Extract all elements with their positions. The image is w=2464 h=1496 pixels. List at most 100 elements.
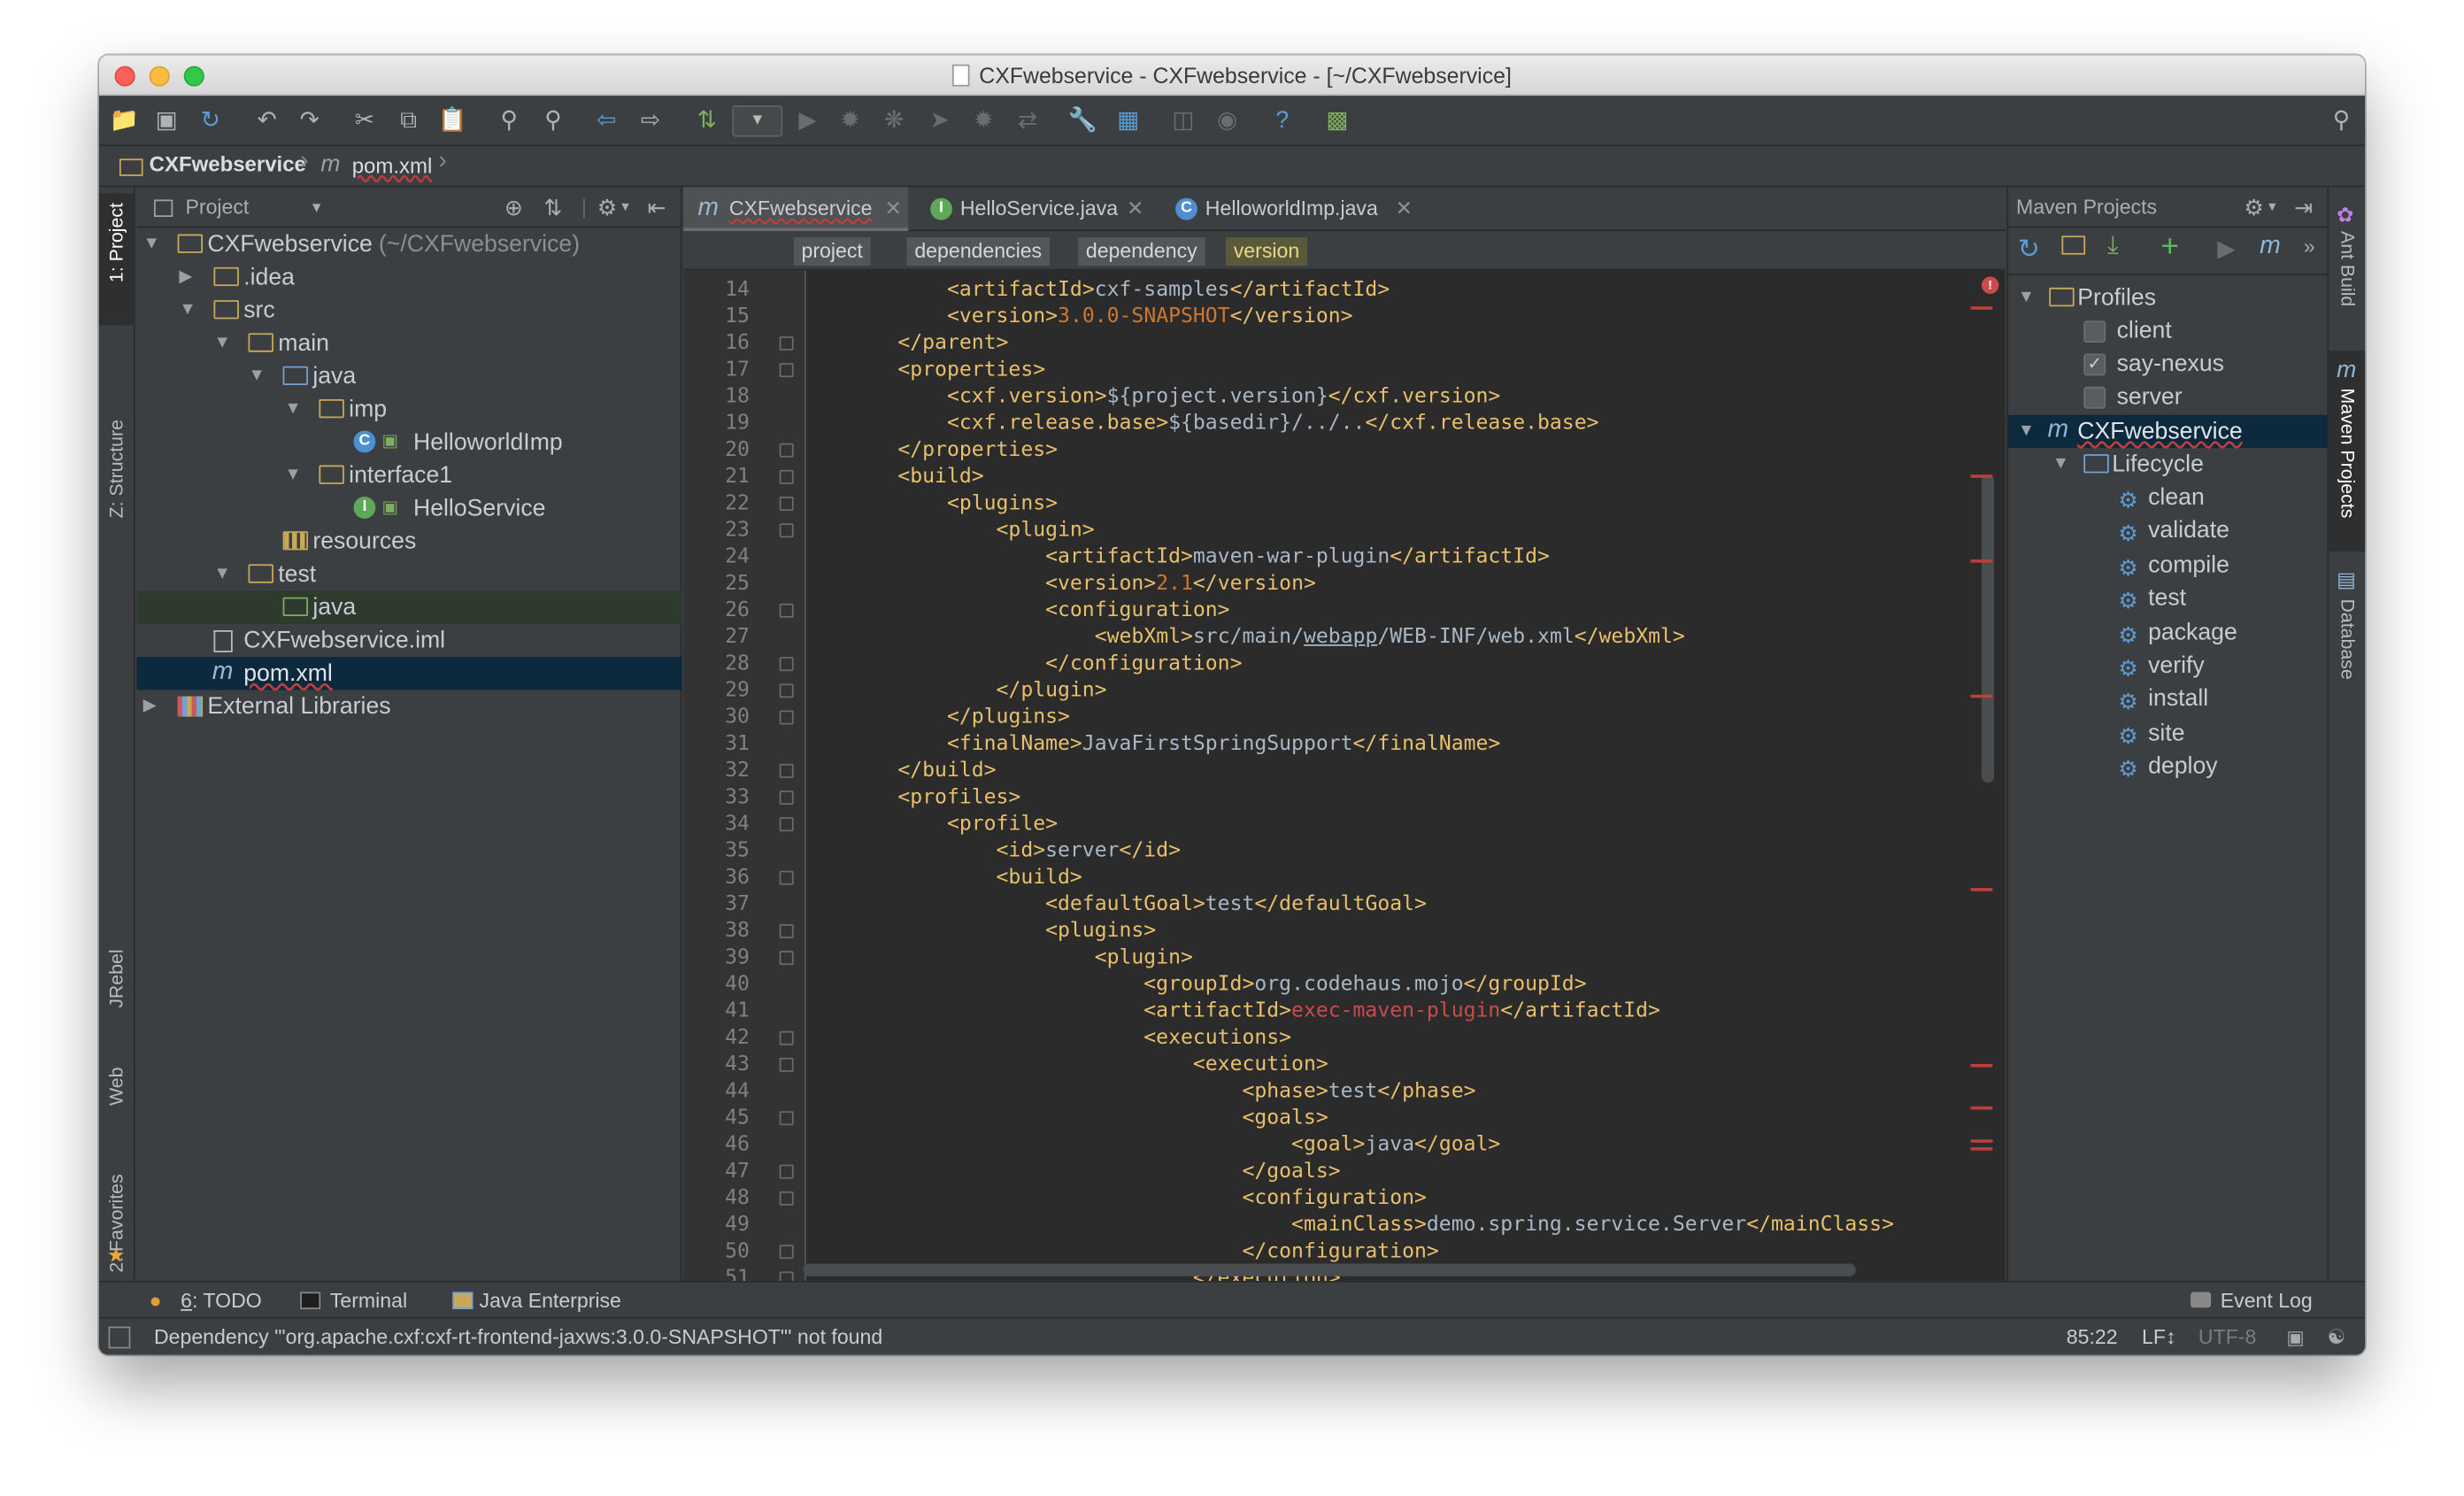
profile-say-nexus[interactable]: ✓ say-nexus <box>2008 347 2329 380</box>
collapsed-arrow-icon[interactable]: ▶ <box>179 261 192 294</box>
tree-row-iml[interactable]: CXFwebservice.iml <box>136 624 681 657</box>
tab-java-enterprise[interactable]: Java Enterprise <box>480 1283 621 1319</box>
coverage-icon[interactable]: ❋ <box>879 105 911 137</box>
fold-marker-icon[interactable] <box>779 1164 794 1179</box>
tab-helloworldimp[interactable]: C HelloworldImp.java ✕ <box>1161 187 1421 231</box>
reimport-icon[interactable]: ↻ <box>2018 235 2040 266</box>
lifecycle-phase-clean[interactable]: ⚙ clean <box>2008 481 2329 513</box>
tree-row-resources[interactable]: resources <box>136 525 681 558</box>
expanded-arrow-icon[interactable]: ▼ <box>213 327 230 359</box>
run-configuration-select[interactable]: ▼ <box>732 104 783 137</box>
fold-marker-icon[interactable] <box>779 763 794 778</box>
crumb-version[interactable]: version <box>1225 237 1308 266</box>
profile-server[interactable]: server <box>2008 381 2329 413</box>
chevron-down-icon[interactable]: ▼ <box>2266 187 2278 227</box>
fold-marker-icon[interactable] <box>779 335 794 351</box>
cut-icon[interactable]: ✂ <box>349 105 381 137</box>
close-tab-icon[interactable]: ✕ <box>885 187 902 231</box>
error-stripe-mark[interactable] <box>1970 1106 1993 1110</box>
tree-row-idea[interactable]: ▶ .idea <box>136 261 681 294</box>
search-everywhere-icon[interactable]: ⚲ <box>2326 105 2358 137</box>
fold-marker-icon[interactable] <box>779 1057 794 1072</box>
tree-row-java[interactable]: ▼ java <box>136 360 681 393</box>
lifecycle-node[interactable]: ▼ Lifecycle <box>2008 448 2329 481</box>
save-icon[interactable]: ▣ <box>150 105 182 137</box>
tab-helloservice[interactable]: I HelloService.java ✕ <box>916 187 1151 231</box>
tab-event-log[interactable]: Event Log <box>2221 1283 2313 1319</box>
fold-marker-icon[interactable] <box>779 603 794 618</box>
tree-row-root[interactable]: ▼ CXFwebservice (~/CXFwebservice) <box>136 227 681 260</box>
error-stripe-mark[interactable] <box>1970 306 1993 310</box>
lifecycle-phase-deploy[interactable]: ⚙ deploy <box>2008 750 2329 783</box>
hide-panel-icon[interactable]: ⇤ <box>648 187 666 227</box>
tree-row-imp[interactable]: ▼ imp <box>136 393 681 426</box>
close-tab-icon[interactable]: ✕ <box>1127 187 1143 231</box>
android-icon[interactable]: ◉ <box>1212 105 1244 137</box>
forward-icon[interactable]: ⇨ <box>635 105 666 137</box>
crumb-project[interactable]: project <box>793 237 871 266</box>
fold-marker-icon[interactable] <box>779 497 794 512</box>
tab-ant-build[interactable]: Ant Build <box>2337 231 2359 306</box>
profiles-node[interactable]: ▼ Profiles <box>2008 281 2329 314</box>
zoom-window-button[interactable] <box>183 66 204 87</box>
tree-row-interface1[interactable]: ▼ interface1 <box>136 459 681 491</box>
tree-row-src[interactable]: ▼ src <box>136 294 681 327</box>
tab-todo[interactable]: 6: TODO <box>181 1283 262 1319</box>
generate-sources-icon[interactable] <box>2061 235 2086 255</box>
profile-client[interactable]: client <box>2008 314 2329 347</box>
jrebel-icon[interactable]: ▩ <box>1321 105 1353 137</box>
project-structure-icon[interactable]: ▦ <box>1113 105 1144 137</box>
tab-web[interactable]: Web <box>105 1068 127 1106</box>
error-stripe-mark[interactable] <box>1970 1064 1993 1068</box>
back-icon[interactable]: ⇦ <box>591 105 623 137</box>
fold-marker-icon[interactable] <box>779 1030 794 1045</box>
tree-row-pom[interactable]: m pom.xml <box>136 657 682 690</box>
tree-row-test-java[interactable]: java <box>136 590 682 624</box>
error-stripe-mark[interactable] <box>1970 1147 1993 1151</box>
expanded-arrow-icon[interactable]: ▼ <box>2018 415 2035 448</box>
error-stripe-mark[interactable] <box>1970 888 1993 891</box>
lifecycle-phase-compile[interactable]: ⚙ compile <box>2008 548 2329 581</box>
error-indicator-icon[interactable]: ! <box>1981 276 1999 295</box>
tree-row-main[interactable]: ▼ main <box>136 327 681 359</box>
collapse-all-icon[interactable]: ⇅ <box>543 187 562 227</box>
scroll-from-source-icon[interactable]: ⊕ <box>504 187 523 227</box>
jrebel-debug-icon[interactable]: ✹ <box>968 105 1000 137</box>
fold-marker-icon[interactable] <box>779 1191 794 1206</box>
undo-icon[interactable]: ↶ <box>251 105 283 137</box>
fold-marker-icon[interactable] <box>779 469 794 484</box>
redo-icon[interactable]: ↷ <box>294 105 326 137</box>
tab-cxfwebservice[interactable]: m CXFwebservice ✕ <box>683 187 909 231</box>
lifecycle-phase-install[interactable]: ⚙ install <box>2008 682 2329 715</box>
lifecycle-phase-validate[interactable]: ⚙ validate <box>2008 514 2329 547</box>
tab-database[interactable]: Database <box>2337 598 2359 679</box>
fold-marker-icon[interactable] <box>779 817 794 832</box>
open-folder-icon[interactable]: 📁 <box>109 105 141 137</box>
maven-project-node[interactable]: ▼ m CXFwebservice <box>2008 414 2329 449</box>
fold-marker-icon[interactable] <box>779 790 794 806</box>
tab-terminal[interactable]: Terminal <box>330 1283 407 1319</box>
expanded-arrow-icon[interactable]: ▼ <box>213 558 230 590</box>
error-stripe-mark[interactable] <box>1970 694 1993 698</box>
expanded-arrow-icon[interactable]: ▼ <box>2018 281 2035 314</box>
expanded-arrow-icon[interactable]: ▼ <box>284 459 301 491</box>
tree-row-helloservice[interactable]: I ▣ HelloService <box>136 492 681 525</box>
expanded-arrow-icon[interactable]: ▼ <box>2052 448 2069 481</box>
gear-icon[interactable]: ⚙ <box>597 187 617 227</box>
expanded-arrow-icon[interactable]: ▼ <box>143 227 160 260</box>
tab-jrebel[interactable]: JRebel <box>105 949 127 1007</box>
tree-row-test[interactable]: ▼ test <box>136 558 681 590</box>
tree-row-helloworldimp[interactable]: C ▣ HelloworldImp <box>136 426 681 459</box>
collapsed-arrow-icon[interactable]: ▶ <box>143 690 157 722</box>
lifecycle-phase-verify[interactable]: ⚙ verify <box>2008 649 2329 682</box>
run-icon[interactable]: ▶ <box>2217 235 2236 262</box>
build-icon[interactable]: ⇅ <box>691 105 723 137</box>
nav-file[interactable]: pom.xml <box>352 154 433 178</box>
hide-panel-icon[interactable]: ⇥ <box>2294 187 2313 227</box>
find-icon[interactable]: ⚲ <box>494 105 526 137</box>
paste-icon[interactable]: 📋 <box>437 105 469 137</box>
vertical-scrollbar[interactable] <box>1981 474 1995 783</box>
fold-marker-icon[interactable] <box>779 710 794 725</box>
fold-marker-icon[interactable] <box>779 1271 794 1282</box>
avd-manager-icon[interactable]: ◫ <box>1167 105 1199 137</box>
